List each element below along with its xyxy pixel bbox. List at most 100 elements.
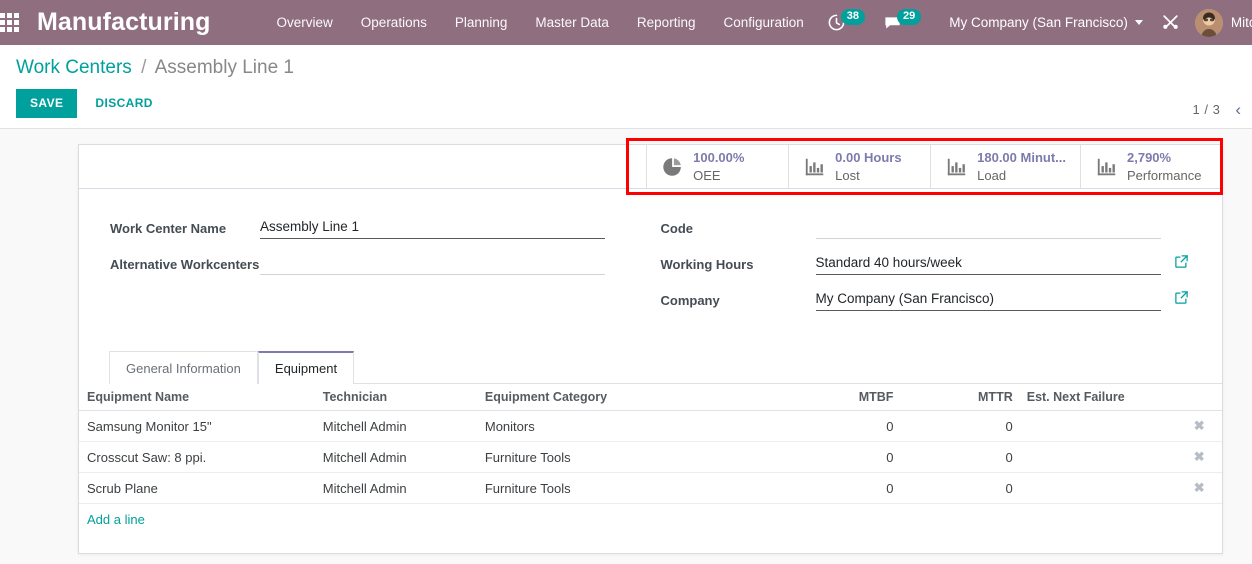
cell-equipment-name[interactable]: Crosscut Saw: 8 ppi. — [79, 441, 323, 473]
column-header-technician[interactable]: Technician — [322, 384, 485, 411]
company-switcher[interactable]: My Company (San Francisco) — [930, 0, 1152, 45]
cell-equipment-category[interactable]: Furniture Tools — [484, 472, 779, 504]
systray: 38 29 My Company (San Francisco) Mit — [818, 0, 1252, 45]
breadcrumb-work-centers[interactable]: Work Centers — [16, 57, 132, 78]
cell-est-next-failure[interactable] — [1026, 441, 1177, 473]
cell-technician[interactable]: Mitchell Admin — [322, 410, 485, 442]
field-work-center-name: Work Center Name Assembly Line 1 — [110, 217, 651, 239]
company-internal-link-icon[interactable] — [1174, 290, 1189, 309]
column-header-equipment-name[interactable]: Equipment Name — [79, 384, 323, 411]
stat-button-lost[interactable]: 0.00 Hours Lost — [788, 145, 931, 188]
column-header-est-next-failure[interactable]: Est. Next Failure — [1026, 384, 1177, 411]
form-sheet: 100.00% OEE 0.00 Hours Lost 180.00 Minut… — [78, 138, 1223, 554]
wrench-screwdriver-icon — [1163, 15, 1178, 29]
field-working-hours-wrapper: Standard 40 hours/week — [815, 253, 1188, 275]
equipment-table-head: Equipment Name Technician Equipment Cate… — [79, 384, 1222, 411]
form-column-left: Work Center Name Assembly Line 1 Alterna… — [109, 217, 651, 325]
company-switcher-label: My Company (San Francisco) — [949, 15, 1128, 30]
field-code-wrapper — [815, 217, 1161, 239]
debug-menu-button[interactable] — [1152, 0, 1189, 45]
record-pager: 1 / 3 ‹ — [1193, 101, 1244, 118]
pager-previous-icon[interactable]: ‹ — [1232, 101, 1244, 118]
form-fields-area: Work Center Name Assembly Line 1 Alterna… — [79, 189, 1222, 325]
stat-button-performance[interactable]: 2,790% Performance — [1080, 145, 1222, 188]
cell-delete: ✖ — [1176, 472, 1222, 504]
field-work-center-name-label: Work Center Name — [110, 221, 227, 236]
work-center-name-input[interactable]: Assembly Line 1 — [260, 217, 605, 239]
stat-button-oee[interactable]: 100.00% OEE — [646, 145, 789, 188]
column-header-mtbf[interactable]: MTBF — [778, 384, 908, 411]
working-hours-internal-link-icon[interactable] — [1174, 254, 1189, 273]
control-panel: Work Centers / Assembly Line 1 SAVE DISC… — [0, 45, 1252, 129]
app-brand-title[interactable]: Manufacturing — [19, 8, 211, 37]
equipment-table: Equipment Name Technician Equipment Cate… — [79, 384, 1222, 504]
stat-button-oee-value: 100.00% — [693, 149, 745, 165]
cell-equipment-category[interactable]: Furniture Tools — [484, 441, 779, 473]
cell-delete: ✖ — [1176, 441, 1222, 473]
tab-equipment[interactable]: Equipment — [257, 351, 355, 384]
cell-est-next-failure[interactable] — [1026, 410, 1177, 442]
breadcrumb-current-record: Assembly Line 1 — [154, 57, 294, 78]
cell-equipment-name[interactable]: Scrub Plane — [79, 472, 323, 504]
menu-item-operations[interactable]: Operations — [347, 0, 441, 45]
cell-mtbf[interactable]: 0 — [778, 472, 908, 504]
menu-item-configuration[interactable]: Configuration — [709, 0, 817, 45]
x-remove-icon[interactable]: ✖ — [1194, 480, 1205, 495]
cell-technician[interactable]: Mitchell Admin — [322, 472, 485, 504]
x-remove-icon[interactable]: ✖ — [1194, 418, 1205, 433]
table-row[interactable]: Crosscut Saw: 8 ppi. Mitchell Admin Furn… — [79, 441, 1222, 473]
stat-button-oee-label: OEE — [693, 167, 721, 183]
field-alternative-workcenters-wrapper — [260, 253, 605, 275]
cell-mttr[interactable]: 0 — [907, 441, 1027, 473]
avatar — [1194, 8, 1223, 37]
company-select[interactable]: My Company (San Francisco) — [815, 289, 1161, 311]
bar-chart-icon — [946, 156, 968, 178]
cell-mtbf[interactable]: 0 — [778, 410, 908, 442]
user-menu-button[interactable]: Mitchell Adm — [1189, 0, 1252, 45]
menu-item-master-data[interactable]: Master Data — [521, 0, 623, 45]
activities-menu-button[interactable]: 38 — [818, 0, 874, 45]
discard-button[interactable]: DISCARD — [83, 89, 164, 118]
cell-est-next-failure[interactable] — [1026, 472, 1177, 504]
x-remove-icon[interactable]: ✖ — [1194, 449, 1205, 464]
add-a-line-button[interactable]: Add a line — [79, 504, 145, 535]
cell-equipment-name[interactable]: Samsung Monitor 15" — [79, 410, 323, 442]
bar-chart-icon — [1096, 156, 1118, 178]
sheet-container: 100.00% OEE 0.00 Hours Lost 180.00 Minut… — [0, 129, 1252, 554]
cell-mtbf[interactable]: 0 — [778, 441, 908, 473]
cell-equipment-category[interactable]: Monitors — [484, 410, 779, 442]
user-menu-label: Mitchell Adm — [1230, 15, 1252, 30]
menu-item-planning[interactable]: Planning — [441, 0, 522, 45]
alternative-workcenters-select[interactable] — [260, 253, 605, 275]
column-header-equipment-category[interactable]: Equipment Category — [484, 384, 779, 411]
field-alternative-workcenters: Alternative Workcenters — [110, 253, 651, 275]
bar-chart-icon — [804, 156, 826, 178]
save-button[interactable]: SAVE — [16, 89, 78, 118]
top-navbar: Manufacturing Overview Operations Planni… — [0, 0, 1252, 45]
stat-button-performance-label: Performance — [1127, 167, 1202, 183]
main-menu: Overview Operations Planning Master Data… — [263, 0, 818, 45]
chevron-down-icon — [1134, 20, 1143, 25]
column-header-actions — [1176, 384, 1222, 411]
cell-technician[interactable]: Mitchell Admin — [322, 441, 485, 473]
cell-mttr[interactable]: 0 — [907, 410, 1027, 442]
menu-item-overview[interactable]: Overview — [263, 0, 347, 45]
stat-buttons-row: 100.00% OEE 0.00 Hours Lost 180.00 Minut… — [79, 138, 1223, 195]
column-header-mttr[interactable]: MTTR — [907, 384, 1027, 411]
cell-mttr[interactable]: 0 — [907, 472, 1027, 504]
breadcrumb: Work Centers / Assembly Line 1 — [16, 53, 1236, 81]
tab-general-information[interactable]: General Information — [109, 351, 258, 384]
stat-button-load[interactable]: 180.00 Minut... Load — [930, 145, 1080, 188]
menu-item-reporting[interactable]: Reporting — [623, 0, 710, 45]
table-row[interactable]: Samsung Monitor 15" Mitchell Admin Monit… — [79, 410, 1222, 442]
messages-count-badge: 29 — [897, 8, 922, 25]
messages-menu-button[interactable]: 29 — [874, 0, 930, 45]
table-row[interactable]: Scrub Plane Mitchell Admin Furniture Too… — [79, 472, 1222, 504]
stat-button-load-value: 180.00 Minut... — [977, 149, 1066, 165]
notebook-tabs: General Information Equipment — [109, 351, 1222, 384]
working-hours-select[interactable]: Standard 40 hours/week — [815, 253, 1161, 275]
apps-menu-button[interactable] — [0, 0, 19, 45]
stat-button-lost-label: Lost — [835, 167, 860, 183]
code-input[interactable] — [815, 217, 1161, 239]
field-work-center-name-wrapper: Assembly Line 1 — [260, 217, 605, 239]
